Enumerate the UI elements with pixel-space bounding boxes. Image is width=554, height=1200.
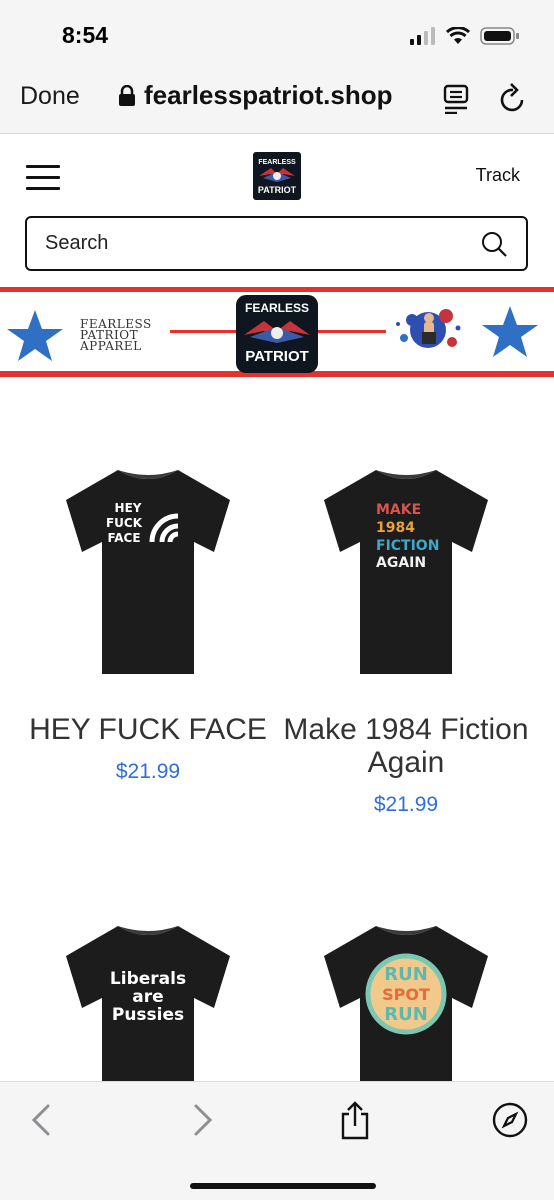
reader-mode-icon[interactable]	[443, 84, 471, 114]
paint-splash-figure-icon	[396, 309, 461, 348]
reload-icon[interactable]	[498, 82, 528, 114]
product-title[interactable]: Make 1984 Fiction Again	[276, 713, 536, 779]
battery-icon	[480, 27, 519, 45]
banner-logo-line1: FEARLESS	[245, 301, 309, 315]
banner-divider	[318, 330, 386, 333]
status-bar: 8:54	[0, 0, 554, 64]
shirt-text: FUCK	[106, 516, 143, 530]
product-card[interactable]: MAKE 1984 FICTION AGAIN Make 1984 Fictio…	[276, 466, 536, 817]
product-card[interactable]: HEY FUCK FACE HEY FUCK FACE $21.99	[18, 466, 278, 784]
url-field[interactable]: fearlesspatriot.shop	[118, 80, 393, 111]
product-price: $21.99	[373, 793, 439, 816]
shirt-text: 1984	[376, 520, 415, 536]
product-title[interactable]: HEY FUCK FACE	[18, 713, 278, 746]
signal-icon	[410, 27, 435, 45]
shirt-text: RUN	[384, 964, 428, 985]
shirt-text: HEY	[115, 501, 142, 515]
shirt-text: are	[132, 987, 163, 1007]
status-time: 8:54	[62, 22, 109, 48]
search-input[interactable]: Search	[25, 216, 528, 271]
star-icon	[482, 306, 538, 357]
browser-toolbar	[0, 1081, 554, 1200]
site-header: FEARLESS PATRIOT Track Search	[0, 135, 554, 285]
back-arrow-icon[interactable]	[30, 1102, 54, 1138]
star-icon	[7, 310, 63, 361]
wifi-icon	[446, 27, 470, 44]
url-text: fearlesspatriot.shop	[144, 80, 393, 110]
tshirt-image[interactable]: HEY FUCK FACE	[62, 466, 234, 678]
header-logo-line2: PATRIOT	[258, 185, 297, 195]
banner-logo-line2: PATRIOT	[245, 348, 309, 365]
lock-icon	[119, 84, 135, 106]
shirt-text: FACE	[107, 531, 140, 545]
hamburger-menu-icon[interactable]	[26, 165, 60, 190]
banner-brand-text: FEARLESS PATRIOT APPAREL	[80, 318, 152, 353]
compass-icon[interactable]	[492, 1102, 528, 1138]
promo-banner: FEARLESS PATRIOT APPAREL FEARLESS PATRIO…	[0, 287, 554, 377]
banner-logo: FEARLESS PATRIOT	[236, 295, 318, 373]
shirt-text: MAKE	[376, 502, 421, 518]
home-indicator	[190, 1183, 376, 1189]
share-icon[interactable]	[338, 1100, 372, 1140]
search-icon[interactable]	[480, 230, 508, 258]
shirt-text: Liberals	[110, 969, 186, 989]
banner-divider	[170, 330, 238, 333]
tshirt-image[interactable]: MAKE 1984 FICTION AGAIN	[320, 466, 492, 678]
shirt-text: AGAIN	[376, 555, 426, 571]
banner-text-line: APPAREL	[80, 339, 142, 353]
search-placeholder: Search	[45, 232, 109, 254]
shirt-text: Pussies	[112, 1005, 184, 1025]
status-icons	[410, 26, 520, 46]
site-logo[interactable]: FEARLESS PATRIOT	[253, 152, 301, 200]
shirt-text: SPOT	[382, 985, 430, 1004]
product-price: $21.99	[115, 760, 181, 783]
forward-arrow-icon[interactable]	[190, 1102, 214, 1138]
browser-bar: Done fearlesspatriot.shop	[0, 64, 554, 134]
done-button[interactable]: Done	[20, 82, 80, 111]
shirt-text: FICTION	[376, 538, 439, 554]
header-logo-line1: FEARLESS	[258, 159, 296, 166]
track-link[interactable]: Track	[476, 165, 520, 186]
shirt-text: RUN	[384, 1004, 428, 1025]
